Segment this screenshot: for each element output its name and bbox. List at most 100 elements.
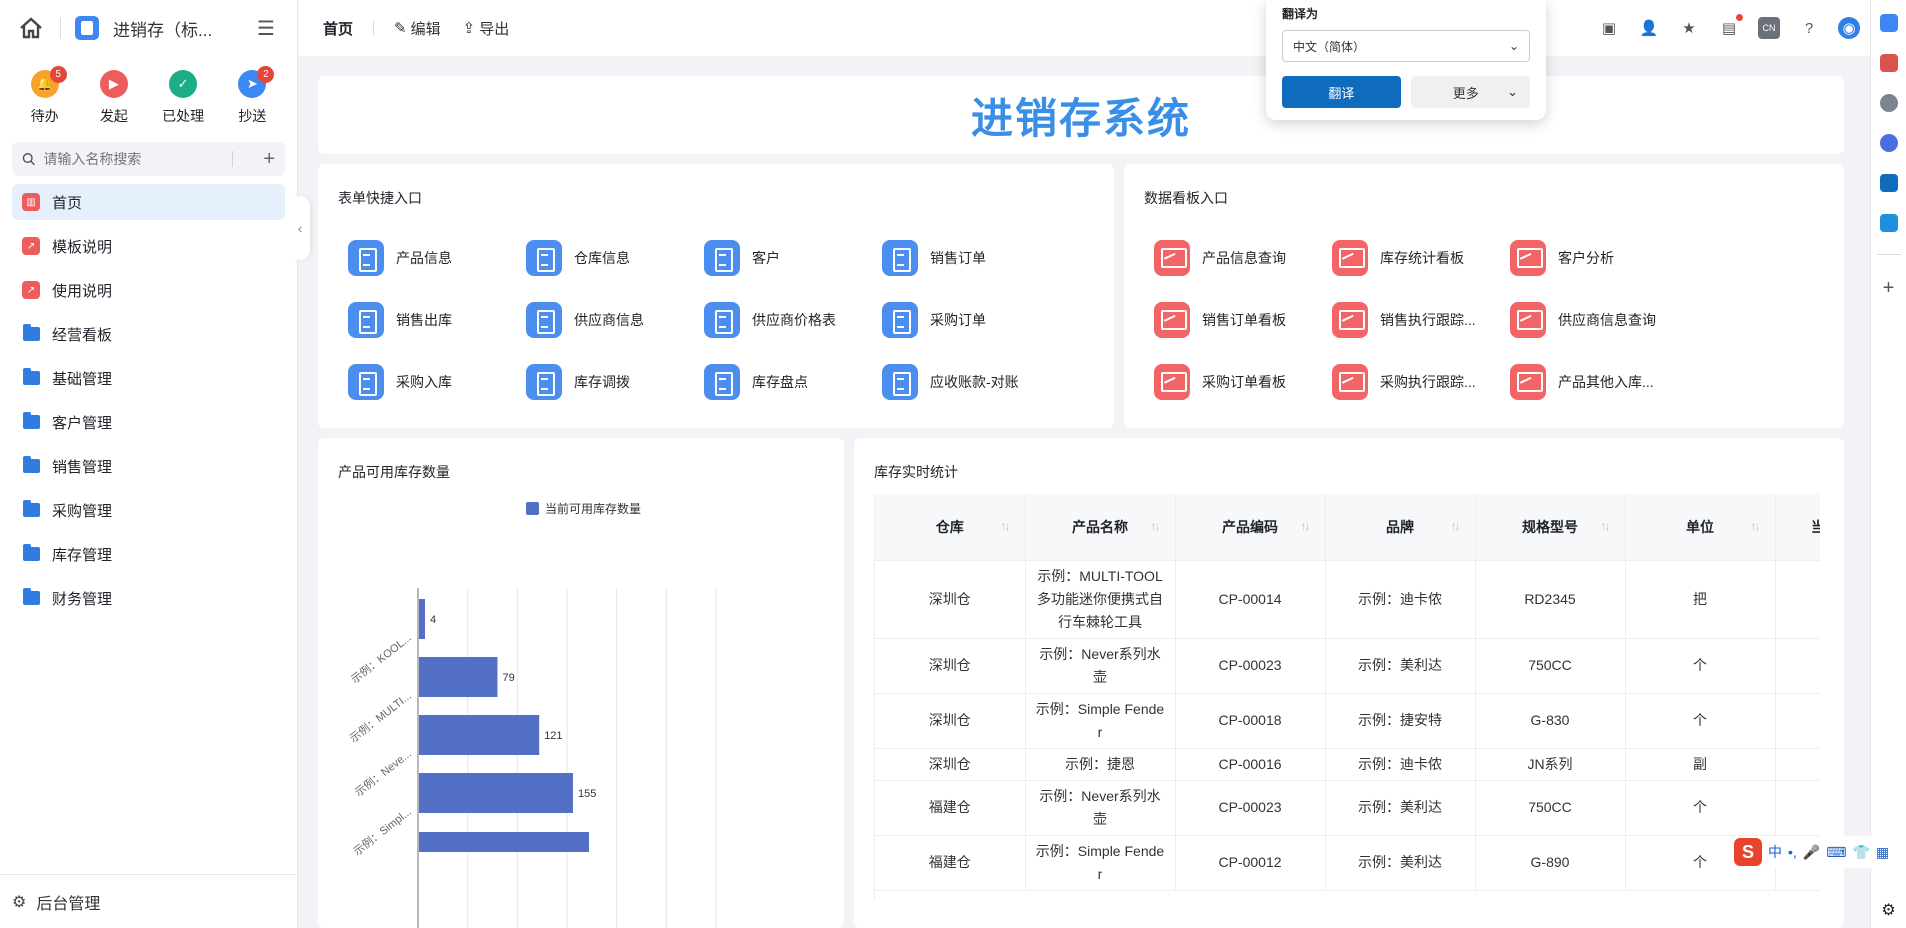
sidebar-item-8[interactable]: 库存管理 — [12, 536, 285, 572]
people-icon[interactable] — [1879, 94, 1898, 112]
sidebar-item-2[interactable]: ↗ 使用说明 — [12, 272, 285, 308]
form-entry[interactable]: 销售出库 — [348, 302, 526, 338]
send-icon[interactable] — [1879, 214, 1898, 232]
language-icon[interactable]: CN — [1758, 17, 1780, 39]
add-icon[interactable]: + — [263, 148, 275, 171]
language-select[interactable]: 中文（简体） ⌄ — [1282, 30, 1530, 62]
sidebar-item-label: 模板说明 — [52, 238, 113, 256]
home-icon[interactable] — [16, 13, 46, 43]
copilot-icon[interactable] — [1879, 134, 1898, 152]
sort-icon[interactable]: ↑↓ — [1601, 519, 1611, 533]
form-entry[interactable]: 产品信息 — [348, 240, 526, 276]
form-entry[interactable]: 应收账款-对账 — [882, 364, 1060, 400]
sidebar-item-7[interactable]: 采购管理 — [12, 492, 285, 528]
grid-icon[interactable]: ▦ — [1876, 844, 1889, 861]
sidebar-item-0[interactable]: ▥ 首页 — [12, 184, 285, 220]
dashboard-entry[interactable]: 销售执行跟踪... — [1332, 302, 1510, 338]
help-icon[interactable]: ? — [1798, 17, 1820, 39]
admin-link[interactable]: ⚙ 后台管理 — [0, 874, 297, 928]
dashboard-entry[interactable]: 供应商信息查询 — [1510, 302, 1688, 338]
microphone-icon[interactable]: 🎤 — [1803, 844, 1820, 861]
form-entry[interactable]: 仓库信息 — [526, 240, 704, 276]
column-header[interactable]: 产品名称 ↑↓ — [1025, 494, 1176, 561]
sidebar-item-label: 采购管理 — [52, 502, 113, 520]
quick-action-2[interactable]: ✓ 已处理 — [150, 70, 216, 126]
table-row[interactable]: 深圳仓 示例：捷恩 CP-00016 示例：迪卡侬 JN系列副 — [875, 748, 1820, 781]
sort-icon[interactable]: ↑↓ — [1001, 519, 1011, 533]
sogou-icon[interactable]: S — [1734, 838, 1762, 866]
sidebar-item-5[interactable]: 客户管理 — [12, 404, 285, 440]
form-entry[interactable]: 库存盘点 — [704, 364, 882, 400]
app-title[interactable]: 进销存（标... — [113, 16, 243, 41]
dashboard-entry[interactable]: 客户分析 — [1510, 240, 1688, 276]
add-icon[interactable]: + — [1883, 277, 1895, 300]
table-row[interactable]: 深圳仓 示例：MULTI-TOOL多功能迷你便携式自行车棘轮工具 CP-00014 示… — [875, 560, 1820, 639]
more-label: 更多 — [1452, 85, 1479, 101]
form-entry[interactable]: 采购入库 — [348, 364, 526, 400]
form-entry[interactable]: 供应商价格表 — [704, 302, 882, 338]
menu-list-icon[interactable]: ☰ — [257, 16, 275, 41]
dashboard-entry[interactable]: 销售订单看板 — [1154, 302, 1332, 338]
column-header[interactable]: 当前 — [1775, 494, 1820, 561]
form-entry-label: 供应商价格表 — [752, 312, 836, 328]
sidebar-item-4[interactable]: 基础管理 — [12, 360, 285, 396]
column-header[interactable]: 品牌 ↑↓ — [1325, 494, 1476, 561]
dashboard-entry[interactable]: 采购订单看板 — [1154, 364, 1332, 400]
form-entry[interactable]: 销售订单 — [882, 240, 1060, 276]
quick-action-1[interactable]: ▶ 发起 — [81, 70, 147, 126]
skin-icon[interactable]: 👕 — [1852, 844, 1869, 861]
sort-icon[interactable]: ↑↓ — [1451, 519, 1461, 533]
tab-home[interactable]: 首页 — [323, 18, 353, 39]
form-entry[interactable]: 客户 — [704, 240, 882, 276]
search-input[interactable] — [43, 151, 225, 167]
keyboard-icon[interactable]: ⌨ — [1826, 844, 1846, 861]
sort-icon[interactable]: ↑↓ — [1751, 519, 1761, 533]
quick-action-3[interactable]: ➤ 抄送 2 — [219, 66, 285, 126]
table-row[interactable]: 深圳仓 示例：Never系列水壶 CP-00023 示例：美利达 750CC 个 — [875, 638, 1820, 694]
column-header[interactable]: 产品编码 ↑↓ — [1175, 494, 1326, 561]
table-cell: 750CC — [1475, 638, 1626, 694]
column-header[interactable]: 仓库 ↑↓ — [875, 494, 1026, 561]
folder-icon — [23, 544, 40, 561]
dashboard-entry[interactable]: 产品其他入库... — [1510, 364, 1688, 400]
table-cell: 示例：Simple Fender — [1025, 835, 1176, 891]
sidebar-item-6[interactable]: 销售管理 — [12, 448, 285, 484]
layout-icon[interactable]: ▣ — [1598, 17, 1620, 39]
contacts-icon[interactable]: 👤 — [1638, 17, 1660, 39]
ime-mode[interactable]: 中 — [1768, 842, 1782, 862]
user-avatar[interactable]: ◉ — [1838, 17, 1860, 39]
settings-icon[interactable]: ⚙ — [1881, 900, 1895, 920]
column-header[interactable]: 规格型号 ↑↓ — [1475, 494, 1626, 561]
tag-icon[interactable] — [1879, 14, 1898, 32]
dashboard-entry[interactable]: 库存统计看板 — [1332, 240, 1510, 276]
sidebar-item-9[interactable]: 财务管理 — [12, 580, 285, 616]
collapse-sidebar-button[interactable]: ‹ — [290, 196, 310, 260]
sidebar-item-1[interactable]: ↗ 模板说明 — [12, 228, 285, 264]
column-header[interactable]: 单位 ↑↓ — [1625, 494, 1776, 561]
table-row[interactable]: 深圳仓 示例：Simple Fender CP-00018 示例：捷安特 G-830 个 — [875, 693, 1820, 749]
sort-icon[interactable]: ↑↓ — [1151, 519, 1161, 533]
form-entry[interactable]: 供应商信息 — [526, 302, 704, 338]
form-entry[interactable]: 采购订单 — [882, 302, 1060, 338]
sort-icon[interactable]: ↑↓ — [1301, 519, 1311, 533]
translate-button[interactable]: 翻译 — [1282, 76, 1401, 108]
table-cell: 750CC — [1475, 780, 1626, 836]
dashboard-entry[interactable]: 采购执行跟踪... — [1332, 364, 1510, 400]
edit-button[interactable]: ✎ 编辑 — [394, 18, 441, 39]
table-cell: 把 — [1625, 560, 1776, 639]
star-icon[interactable]: ★ — [1678, 17, 1700, 39]
form-entry-label: 库存调拨 — [574, 374, 630, 390]
table-row[interactable]: 福建仓 示例：Simple Fender CP-00012 示例：美利达 G-890 个 — [875, 835, 1820, 891]
quick-action-0[interactable]: 🔔 待办 5 — [12, 66, 78, 126]
table-row[interactable]: 福建仓 示例：Never系列水壶 CP-00023 示例：美利达 750CC 个 — [875, 780, 1820, 836]
export-button[interactable]: ⇪ 导出 — [463, 18, 510, 39]
message-icon[interactable]: ▤ — [1718, 14, 1743, 39]
outlook-icon[interactable] — [1879, 174, 1898, 192]
more-button[interactable]: 更多 ⌄ — [1410, 76, 1530, 108]
toolbox-icon[interactable] — [1879, 54, 1898, 72]
form-entry[interactable]: 库存调拨 — [526, 364, 704, 400]
data-label: 79 — [502, 672, 514, 684]
dashboard-entry[interactable]: 产品信息查询 — [1154, 240, 1332, 276]
punctuation-icon[interactable]: •, — [1788, 844, 1797, 860]
sidebar-item-3[interactable]: 经营看板 — [12, 316, 285, 352]
